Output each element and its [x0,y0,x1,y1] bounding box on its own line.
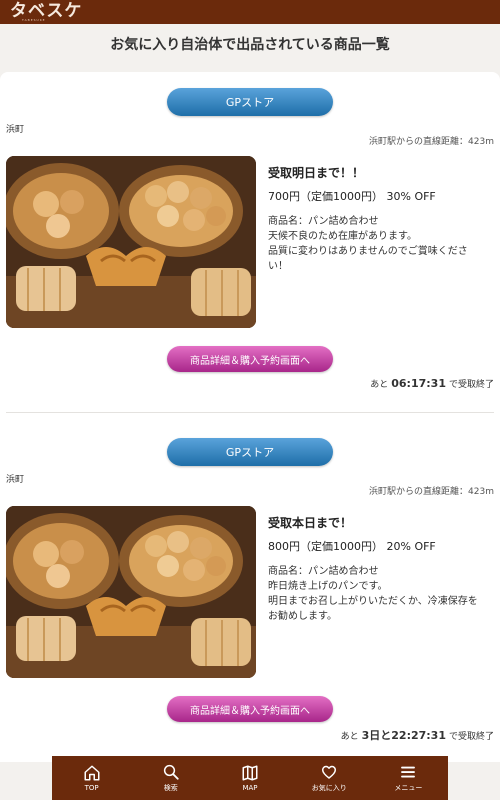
listing-list[interactable]: GPストア 浜町 浜町駅からの直線距離：423m 受取明日まで！！ 700円（定… [0,72,500,762]
regular-price: （定価1000円） [300,540,383,553]
description-line: 商品名：パン詰め合わせ [268,216,379,227]
regular-price: （定価1000円） [300,190,383,203]
tab-menu[interactable]: メニュー [369,756,448,800]
description-line: 明日までお召し上がりいただくか、冷凍保存を [268,596,478,607]
tab-search[interactable]: 検索 [131,756,210,800]
app-logo[interactable]: タベスケ [10,2,82,20]
store-button[interactable]: GPストア [167,88,333,116]
menu-icon [401,766,416,778]
bottom-tab-bar: TOP 検索 MAP お気に入り メニュー [52,756,448,800]
countdown: あと 3日と22:27:31 で受取終了 [341,727,494,743]
area-label: 浜町 [6,125,25,135]
discount-label: 20% OFF [386,540,436,553]
discount-label: 30% OFF [386,190,436,203]
store-button[interactable]: GPストア [167,438,333,466]
sale-price: 800円 [268,540,300,553]
description-line: 品質に変わりはありませんのでご賞味くださ [268,246,468,257]
bread-image [6,506,256,678]
page-title-bar: お気に入り自治体で出品されている商品一覧 [0,24,500,64]
heart-icon [322,765,337,779]
deadline-text: 受取本日まで！ [268,516,353,530]
countdown-suffix: で受取終了 [448,732,494,742]
price-text: 700円（定価1000円） 30% OFF [268,188,436,204]
app-logo-subtitle: TABESUKE [22,18,46,22]
bread-image [6,156,256,328]
detail-reserve-button[interactable]: 商品詳細＆購入予約画面へ [167,346,333,372]
detail-reserve-button[interactable]: 商品詳細＆購入予約画面へ [167,696,333,722]
countdown-time: 3日と22:27:31 [361,729,446,742]
distance-label: 浜町駅からの直線距離：423m [369,487,494,497]
product-description: 商品名：パン詰め合わせ 天候不良のため在庫があります。 品質に変わりはありません… [268,214,494,274]
price-text: 800円（定価1000円） 20% OFF [268,538,436,554]
sale-price: 700円 [268,190,300,203]
description-line: い！ [268,261,288,272]
tab-map[interactable]: MAP [210,756,289,800]
deadline-text: 受取明日まで！！ [268,166,365,180]
listing-card: GPストア 浜町 浜町駅からの直線距離：423m [0,72,500,413]
home-icon [84,765,100,781]
tab-label: TOP [84,784,99,792]
page-title: お気に入り自治体で出品されている商品一覧 [110,37,390,53]
tab-top[interactable]: TOP [52,756,131,800]
tab-label: MAP [242,784,258,792]
product-photo[interactable] [6,156,256,328]
tab-label: メニュー [394,784,423,792]
map-icon [242,765,258,781]
divider [6,412,494,413]
description-line: 商品名：パン詰め合わせ [268,566,379,577]
tab-favorites[interactable]: お気に入り [290,756,369,800]
description-line: 昨日焼き上げのパンです。 [268,581,388,592]
description-line: 天候不良のため在庫があります。 [268,231,417,242]
countdown: あと 06:17:31 で受取終了 [370,377,494,390]
countdown-suffix: で受取終了 [448,380,494,390]
area-label: 浜町 [6,475,25,485]
distance-label: 浜町駅からの直線距離：423m [369,137,494,147]
description-line: お勧めします。 [268,611,337,622]
product-photo[interactable] [6,506,256,678]
tab-label: 検索 [163,784,178,792]
listing-card: GPストア 浜町 浜町駅からの直線距離：423m [0,422,500,762]
countdown-prefix: あと [340,732,359,742]
countdown-prefix: あと [370,380,389,390]
product-description: 商品名：パン詰め合わせ 昨日焼き上げのパンです。 明日までお召し上がりいただくか… [268,564,494,624]
countdown-time: 06:17:31 [391,377,446,390]
tab-label: お気に入り [311,784,347,792]
search-icon [163,764,179,780]
app-header: タベスケ TABESUKE [0,0,500,24]
